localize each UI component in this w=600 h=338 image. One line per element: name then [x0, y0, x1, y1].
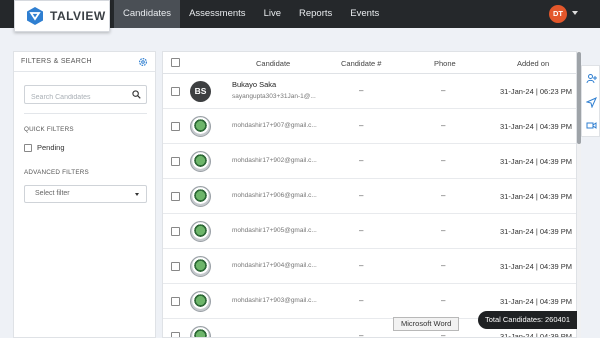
avatar: [190, 186, 211, 207]
filters-panel: FILTERS & SEARCH QUICK FILTERS Pending A…: [13, 51, 156, 338]
column-header-candidate[interactable]: Candidate: [256, 59, 290, 68]
phone-cell: –: [441, 156, 446, 165]
avatar: [190, 221, 211, 242]
select-filter-value: Select filter: [35, 190, 70, 197]
candidate-email[interactable]: mohdashir17+904@gmail.c...: [232, 262, 317, 269]
advanced-filters-label: ADVANCED FILTERS: [24, 169, 89, 176]
added-on-cell: 31-Jan-24 | 04:39 PM: [500, 227, 572, 236]
phone-cell: –: [441, 296, 446, 305]
video-icon[interactable]: [586, 120, 597, 131]
pending-label: Pending: [37, 143, 65, 152]
candidate-number-cell: –: [359, 331, 364, 338]
candidate-email[interactable]: mohdashir17+902@gmail.c...: [232, 157, 317, 164]
select-filter-dropdown[interactable]: Select filter: [24, 185, 147, 203]
phone-cell: –: [441, 261, 446, 270]
candidate-number-cell: –: [359, 261, 364, 270]
avatar: [190, 291, 211, 312]
nav-reports[interactable]: Reports: [290, 0, 341, 28]
quick-filters-label: QUICK FILTERS: [24, 126, 74, 133]
table-row[interactable]: mohdashir17+902@gmail.c... – – 31-Jan-24 | …: [163, 144, 576, 179]
search-input[interactable]: [25, 89, 125, 106]
divider: [24, 113, 147, 114]
added-on-cell: 31-Jan-24 | 06:23 PM: [500, 87, 572, 96]
phone-cell: –: [441, 331, 446, 338]
taskbar-tooltip: Microsoft Word: [393, 317, 460, 331]
candidate-email[interactable]: sayangupta303+31Jan-1@...: [232, 93, 316, 100]
nav-events[interactable]: Events: [341, 0, 388, 28]
avatar: BS: [190, 81, 211, 102]
row-checkbox[interactable]: [171, 192, 180, 201]
total-candidates-badge: Total Candidates: 260401: [478, 311, 577, 329]
row-checkbox[interactable]: [171, 122, 180, 131]
phone-cell: –: [441, 191, 446, 200]
nav-candidates[interactable]: Candidates: [114, 0, 181, 28]
nav-assessments[interactable]: Assessments: [180, 0, 255, 28]
chevron-down-icon: [135, 193, 139, 196]
add-user-icon[interactable]: [586, 73, 597, 84]
row-checkbox[interactable]: [171, 157, 180, 166]
row-checkbox[interactable]: [171, 87, 180, 96]
row-checkbox[interactable]: [171, 227, 180, 236]
nav-live[interactable]: Live: [255, 0, 290, 28]
candidate-email[interactable]: mohdashir17+905@gmail.c...: [232, 227, 317, 234]
added-on-cell: 31-Jan-24 | 04:39 PM: [500, 157, 572, 166]
logo-text: TALVIEW: [50, 9, 106, 23]
candidate-number-cell: –: [359, 156, 364, 165]
phone-cell: –: [441, 86, 446, 95]
send-icon[interactable]: [586, 97, 597, 108]
table-row[interactable]: BS Bukayo Saka sayangupta303+31Jan-1@... – –…: [163, 74, 576, 109]
main-nav: Candidates Assessments Live Reports Even…: [114, 0, 388, 28]
select-all-checkbox[interactable]: [171, 58, 180, 67]
added-on-cell: 31-Jan-24 | 04:39 PM: [500, 262, 572, 271]
user-avatar[interactable]: DT: [549, 5, 567, 23]
column-header-candidate-number[interactable]: Candidate #: [341, 59, 381, 68]
row-checkbox[interactable]: [171, 262, 180, 271]
logo[interactable]: TALVIEW: [14, 0, 110, 32]
filters-header: FILTERS & SEARCH: [14, 52, 155, 72]
chevron-down-icon[interactable]: [572, 11, 578, 15]
avatar: [190, 256, 211, 277]
candidate-name[interactable]: Bukayo Saka: [232, 80, 276, 89]
table-row[interactable]: mohdashir17+906@gmail.c... – – 31-Jan-24 | …: [163, 179, 576, 214]
table-row[interactable]: mohdashir17+907@gmail.c... – – 31-Jan-24 | …: [163, 109, 576, 144]
search-icon[interactable]: [132, 90, 141, 99]
added-on-cell: 31-Jan-24 | 04:39 PM: [500, 332, 572, 338]
phone-cell: –: [441, 226, 446, 235]
added-on-cell: 31-Jan-24 | 04:39 PM: [500, 192, 572, 201]
phone-cell: –: [441, 121, 446, 130]
candidate-number-cell: –: [359, 86, 364, 95]
candidate-number-cell: –: [359, 226, 364, 235]
avatar: [190, 151, 211, 172]
table-row[interactable]: mohdashir17+904@gmail.c... – – 31-Jan-24 | …: [163, 249, 576, 284]
added-on-cell: 31-Jan-24 | 04:39 PM: [500, 297, 572, 306]
candidates-table: Candidate Candidate # Phone Added on BS B…: [162, 51, 577, 338]
table-header: Candidate Candidate # Phone Added on: [163, 52, 576, 74]
candidate-email[interactable]: mohdashir17+906@gmail.c...: [232, 192, 317, 199]
candidate-number-cell: –: [359, 121, 364, 130]
avatar: [190, 326, 211, 337]
filters-title: FILTERS & SEARCH: [21, 58, 92, 65]
column-header-added-on[interactable]: Added on: [517, 59, 549, 68]
row-checkbox[interactable]: [171, 332, 180, 337]
side-action-rail: [581, 65, 600, 137]
pending-checkbox[interactable]: [24, 143, 32, 152]
candidate-email[interactable]: mohdashir17+903@gmail.c...: [232, 297, 317, 304]
column-header-phone[interactable]: Phone: [434, 59, 456, 68]
talview-logo-icon: [27, 7, 43, 25]
table-row[interactable]: mohdashir17+905@gmail.c... – – 31-Jan-24 | …: [163, 214, 576, 249]
candidate-email[interactable]: mohdashir17+907@gmail.c...: [232, 122, 317, 129]
candidate-number-cell: –: [359, 191, 364, 200]
search-field[interactable]: [24, 85, 147, 106]
candidate-number-cell: –: [359, 296, 364, 305]
pending-filter[interactable]: Pending: [24, 143, 65, 152]
gear-icon[interactable]: [138, 57, 148, 67]
added-on-cell: 31-Jan-24 | 04:39 PM: [500, 122, 572, 131]
row-checkbox[interactable]: [171, 297, 180, 306]
avatar: [190, 116, 211, 137]
